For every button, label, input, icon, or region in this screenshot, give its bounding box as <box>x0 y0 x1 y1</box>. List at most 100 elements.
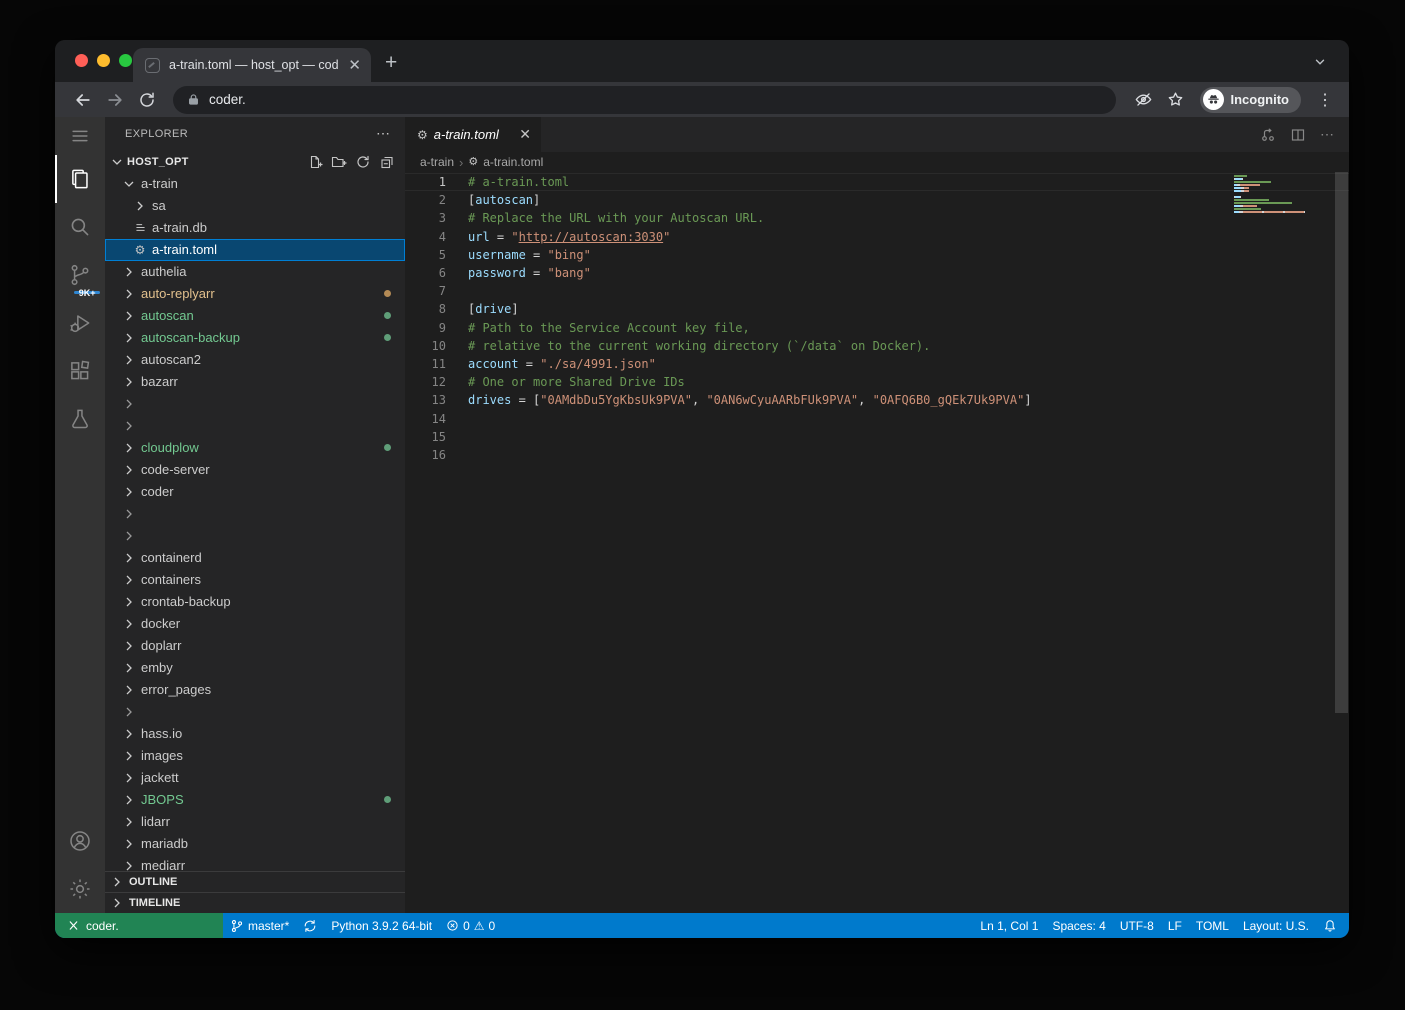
tree-folder-emby[interactable]: emby <box>105 657 405 679</box>
open-changes-icon[interactable] <box>1260 127 1276 143</box>
tree-folder-crontab-backup[interactable]: crontab-backup <box>105 591 405 613</box>
problems-status[interactable]: 0 ⚠ 0 <box>439 913 502 938</box>
reload-button[interactable] <box>133 86 161 114</box>
tree-folder-error_pages[interactable]: error_pages <box>105 679 405 701</box>
tab-search-chevron-icon[interactable] <box>1313 55 1327 69</box>
python-interpreter-status[interactable]: Python 3.9.2 64-bit <box>324 913 439 938</box>
refresh-icon[interactable] <box>355 154 371 170</box>
tree-folder-autoscan[interactable]: autoscan <box>105 305 405 327</box>
code-line-6[interactable]: 6password = "bang" <box>405 264 1349 282</box>
tree-folder-hass.io[interactable]: hass.io <box>105 723 405 745</box>
tree-folder-lidarr[interactable]: lidarr <box>105 811 405 833</box>
tree-file-a-train.toml[interactable]: ⚙a-train.toml <box>105 239 405 261</box>
forward-button[interactable] <box>101 86 129 114</box>
close-window-button[interactable] <box>75 54 88 67</box>
tree-folder-coder[interactable]: coder <box>105 481 405 503</box>
sync-status[interactable] <box>296 913 324 938</box>
back-button[interactable] <box>69 86 97 114</box>
tree-folder-unnamed[interactable] <box>105 701 405 723</box>
tree-file-a-train.db[interactable]: a-train.db <box>105 217 405 239</box>
git-branch-status[interactable]: master* <box>223 913 296 938</box>
keyboard-layout-status[interactable]: Layout: U.S. <box>1236 913 1316 938</box>
code-line-8[interactable]: 8[drive] <box>405 300 1349 318</box>
code-line-9[interactable]: 9# Path to the Service Account key file, <box>405 319 1349 337</box>
cursor-position-status[interactable]: Ln 1, Col 1 <box>973 913 1045 938</box>
code-line-7[interactable]: 7 <box>405 282 1349 300</box>
new-file-icon[interactable] <box>307 154 323 170</box>
tree-folder-authelia[interactable]: authelia <box>105 261 405 283</box>
testing-beaker-icon[interactable] <box>55 395 105 443</box>
timeline-section[interactable]: TIMELINE <box>105 892 405 913</box>
editor-scrollbar[interactable] <box>1335 172 1348 713</box>
tree-folder-code-server[interactable]: code-server <box>105 459 405 481</box>
editor-tab-close-icon[interactable]: ✕ <box>519 126 531 143</box>
code-line-15[interactable]: 15 <box>405 428 1349 446</box>
code-line-1[interactable]: 1# a-train.toml <box>405 173 1349 191</box>
zoom-window-button[interactable] <box>119 54 132 67</box>
tree-folder-containers[interactable]: containers <box>105 569 405 591</box>
editor-more-actions-icon[interactable]: ⋯ <box>1320 126 1335 143</box>
browser-tab[interactable]: a-train.toml — host_opt — cod ✕ <box>133 48 371 82</box>
tree-folder-mediarr[interactable]: mediarr <box>105 855 405 871</box>
remote-indicator[interactable]: coder. <box>55 913 223 938</box>
explorer-icon[interactable] <box>55 155 105 203</box>
tree-folder-sa[interactable]: sa <box>105 195 405 217</box>
tree-folder-images[interactable]: images <box>105 745 405 767</box>
breadcrumb-file[interactable]: a-train.toml <box>483 155 543 169</box>
url-bar[interactable]: coder. <box>173 86 1116 114</box>
run-debug-icon[interactable] <box>55 299 105 347</box>
search-icon[interactable] <box>55 203 105 251</box>
tree-folder-unnamed[interactable] <box>105 525 405 547</box>
tree-folder-unnamed[interactable] <box>105 393 405 415</box>
tree-folder-auto-replyarr[interactable]: auto-replyarr <box>105 283 405 305</box>
code-line-10[interactable]: 10# relative to the current working dire… <box>405 337 1349 355</box>
sidebar-more-actions-icon[interactable]: ⋯ <box>376 125 391 142</box>
source-control-icon[interactable]: 9K+ <box>55 251 105 299</box>
breadcrumb[interactable]: a-train › ⚙ a-train.toml <box>405 152 1349 172</box>
code-line-11[interactable]: 11account = "./sa/4991.json" <box>405 355 1349 373</box>
code-line-2[interactable]: 2[autoscan] <box>405 191 1349 209</box>
tree-folder-JBOPS[interactable]: JBOPS <box>105 789 405 811</box>
bookmark-star-icon[interactable] <box>1162 86 1190 114</box>
code-line-14[interactable]: 14 <box>405 409 1349 427</box>
tree-folder-unnamed[interactable] <box>105 415 405 437</box>
workspace-section-header[interactable]: HOST_OPT <box>105 151 405 173</box>
tree-folder-doplarr[interactable]: doplarr <box>105 635 405 657</box>
code-line-16[interactable]: 16 <box>405 446 1349 464</box>
minimize-window-button[interactable] <box>97 54 110 67</box>
tree-folder-unnamed[interactable] <box>105 503 405 525</box>
settings-gear-icon[interactable] <box>55 865 105 913</box>
outline-section[interactable]: OUTLINE <box>105 871 405 892</box>
tree-folder-bazarr[interactable]: bazarr <box>105 371 405 393</box>
tree-folder-docker[interactable]: docker <box>105 613 405 635</box>
breadcrumb-folder[interactable]: a-train <box>420 155 454 169</box>
code-editor[interactable]: 1# a-train.toml2[autoscan]3# Replace the… <box>405 172 1349 913</box>
code-line-5[interactable]: 5username = "bing" <box>405 246 1349 264</box>
code-line-4[interactable]: 4url = "http://autoscan:3030" <box>405 228 1349 246</box>
split-editor-icon[interactable] <box>1290 127 1306 143</box>
extensions-icon[interactable] <box>55 347 105 395</box>
account-icon[interactable] <box>55 817 105 865</box>
eye-blocked-icon[interactable] <box>1130 86 1158 114</box>
minimap[interactable] <box>1234 175 1312 223</box>
tree-folder-autoscan2[interactable]: autoscan2 <box>105 349 405 371</box>
eol-status[interactable]: LF <box>1161 913 1189 938</box>
tree-folder-autoscan-backup[interactable]: autoscan-backup <box>105 327 405 349</box>
code-line-12[interactable]: 12# One or more Shared Drive IDs <box>405 373 1349 391</box>
tree-folder-cloudplow[interactable]: cloudplow <box>105 437 405 459</box>
collapse-all-icon[interactable] <box>379 154 395 170</box>
code-line-13[interactable]: 13drives = ["0AMdbDu5YgKbsUk9PVA", "0AN6… <box>405 391 1349 409</box>
tree-folder-mariadb[interactable]: mariadb <box>105 833 405 855</box>
code-line-3[interactable]: 3# Replace the URL with your Autoscan UR… <box>405 209 1349 227</box>
tab-close-icon[interactable]: ✕ <box>348 56 361 74</box>
language-mode-status[interactable]: TOML <box>1189 913 1236 938</box>
tree-folder-jackett[interactable]: jackett <box>105 767 405 789</box>
indentation-status[interactable]: Spaces: 4 <box>1045 913 1112 938</box>
new-folder-icon[interactable] <box>331 154 347 170</box>
new-tab-button[interactable]: + <box>385 51 397 75</box>
tree-folder-a-train[interactable]: a-train <box>105 173 405 195</box>
browser-menu-kebab-icon[interactable]: ⋮ <box>1311 90 1339 110</box>
notifications-status[interactable] <box>1316 913 1349 938</box>
encoding-status[interactable]: UTF-8 <box>1113 913 1161 938</box>
menu-hamburger-icon[interactable] <box>55 117 105 155</box>
